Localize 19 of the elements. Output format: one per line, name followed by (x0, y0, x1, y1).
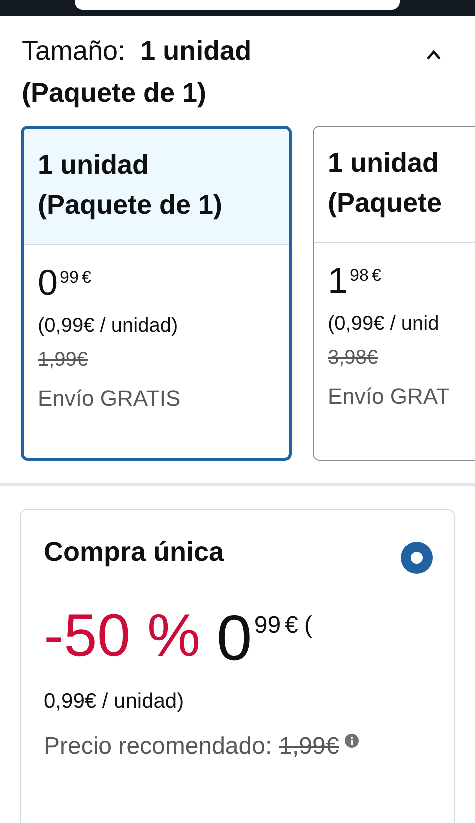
purchase-unit-price: 0,99€ / unidad) (44, 689, 186, 715)
purchase-title: Compra única (44, 536, 224, 569)
radio-button[interactable] (401, 542, 433, 574)
option-title: 1 unidad (Paquete de 1) (38, 149, 224, 222)
bracket-text: ( (304, 614, 312, 638)
shipping-text: Envío GRATIS (38, 385, 181, 413)
shipping-text: Envío GRAT (328, 383, 450, 411)
chevron-up-icon (426, 50, 442, 60)
list-price: 3,98€ (328, 346, 378, 371)
recommended-price-label: Precio recomendado: (44, 732, 272, 762)
unit-price: (0,99€ / unidad) (38, 314, 178, 339)
info-icon[interactable] (345, 734, 360, 748)
discount-text: -50 % (44, 606, 201, 666)
unit-price: (0,99€ / unid (328, 312, 440, 337)
size-heading: Tamaño: 1 unidad (Paquete de 1) (22, 35, 253, 110)
list-price: 1,99€ (38, 348, 88, 373)
search-field[interactable] (75, 0, 400, 10)
option-title: 1 unidad (Paquete (328, 147, 444, 220)
recommended-price: 1,99€ (279, 732, 340, 762)
